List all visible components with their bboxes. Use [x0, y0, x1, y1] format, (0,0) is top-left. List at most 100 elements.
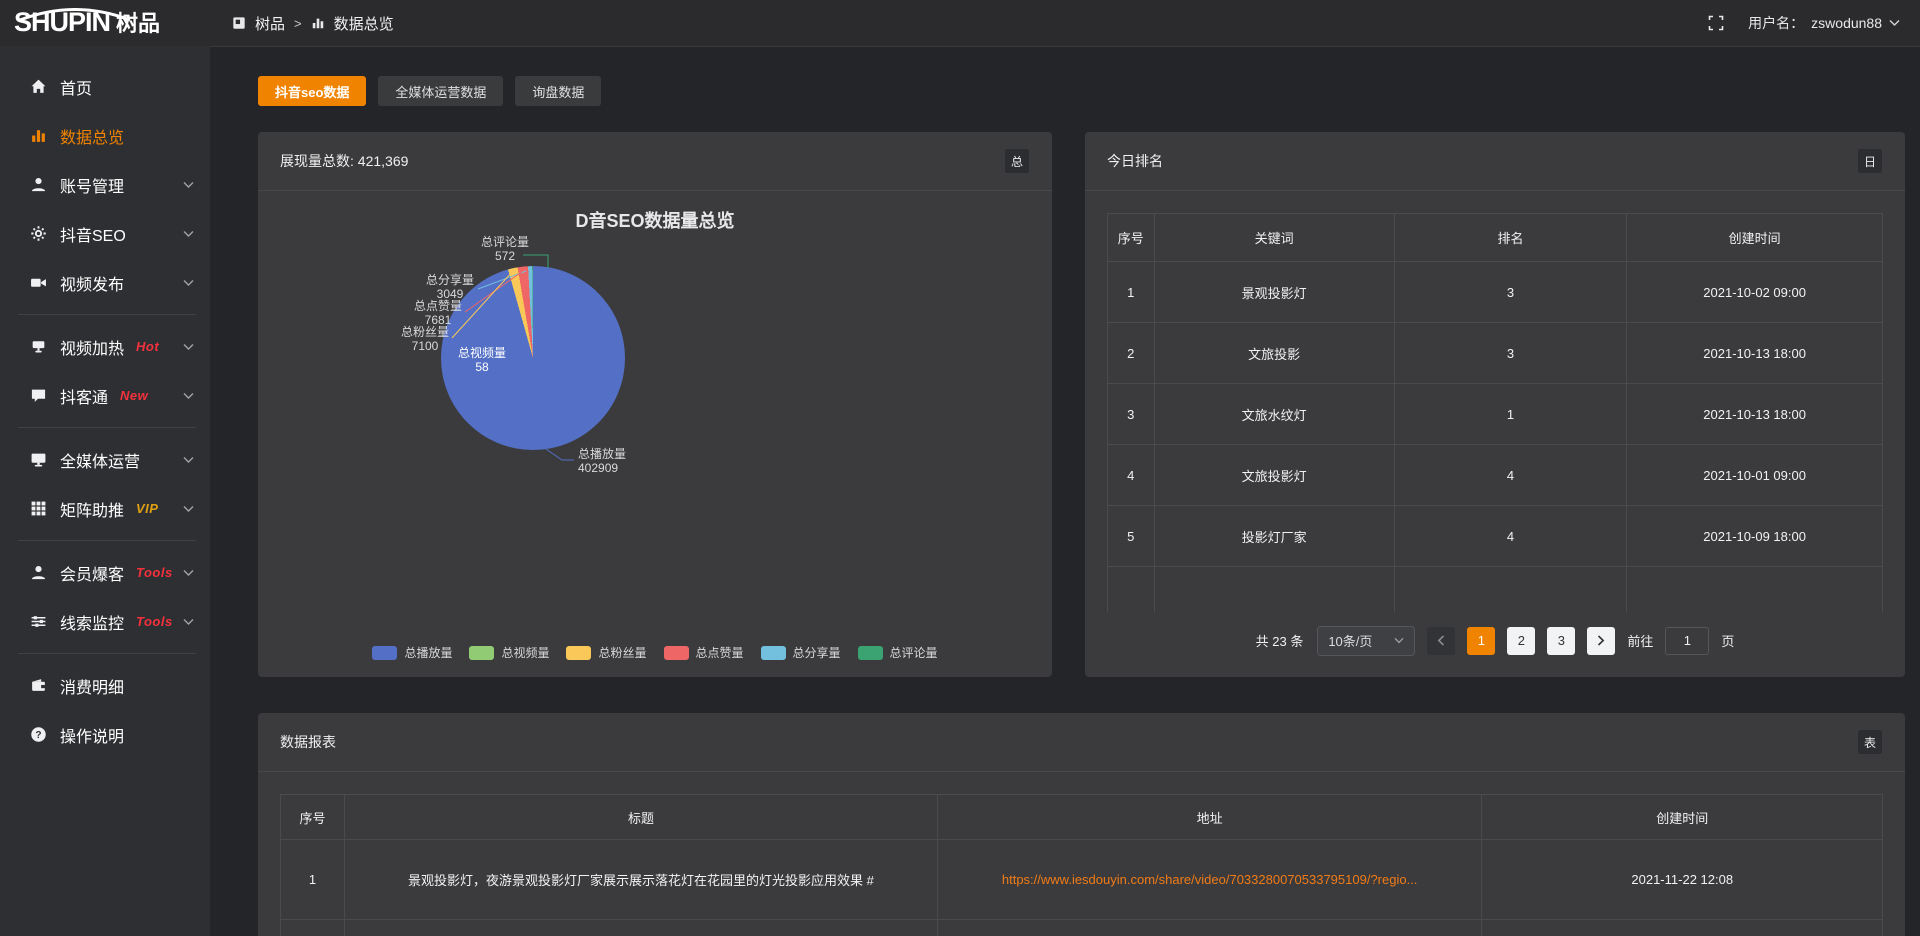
sidebar-item-matrix-boost[interactable]: 矩阵助推 VIP	[0, 484, 210, 533]
next-page-button[interactable]	[1587, 627, 1615, 655]
report-panel-title: 数据报表	[280, 732, 336, 752]
sidebar-item-label: 操作说明	[60, 723, 124, 747]
sidebar-item-label: 抖客通	[60, 384, 108, 408]
table-row-empty	[281, 920, 1883, 936]
sidebar-item-douyin-seo[interactable]: 抖音SEO	[0, 209, 210, 258]
sidebar: 首页 数据总览 账号管理 抖音SEO 视频发布 视频加热 Hot	[0, 46, 210, 936]
goto-page-input[interactable]	[1665, 627, 1709, 655]
table-row-empty	[1108, 567, 1883, 612]
sidebar-item-label: 矩阵助推	[60, 497, 124, 521]
question-circle-icon: ?	[30, 726, 47, 743]
chevron-down-icon	[183, 181, 194, 189]
pie-chart-area: D音SEO数据量总览 总评论量572 总分享量3049	[258, 191, 1052, 677]
table-view-badge[interactable]: 表	[1857, 729, 1883, 755]
page-button-2[interactable]: 2	[1507, 627, 1535, 655]
impressions-total-label: 展现量总数:	[280, 153, 354, 169]
monitor-icon	[30, 451, 47, 468]
page-button-1[interactable]: 1	[1467, 627, 1495, 655]
sidebar-item-data-overview[interactable]: 数据总览	[0, 111, 210, 160]
total-view-badge[interactable]: 总	[1004, 148, 1030, 174]
wallet-icon	[30, 677, 47, 694]
chevron-down-icon	[183, 343, 194, 351]
app-logo[interactable]: SHUPIN 树品	[0, 5, 210, 42]
sidebar-item-label: 首页	[60, 75, 92, 99]
sidebar-item-label: 视频加热	[60, 335, 124, 359]
impressions-total: 展现量总数: 421,369	[280, 151, 408, 171]
sidebar-item-label: 账号管理	[60, 173, 124, 197]
sidebar-item-instructions[interactable]: ? 操作说明	[0, 710, 210, 759]
pagination-total: 共 23 条	[1256, 631, 1304, 650]
data-tabs: 抖音seo数据 全媒体运营数据 询盘数据	[258, 76, 1905, 106]
created-time: 2021-11-22 12:08	[1482, 840, 1883, 920]
sidebar-item-doukertong[interactable]: 抖客通 New	[0, 371, 210, 420]
home-icon	[30, 78, 47, 95]
ranking-panel-title: 今日排名	[1107, 151, 1163, 171]
label-line-plays	[546, 449, 574, 460]
report-table: 序号 标题 地址 创建时间 1 景观投影灯，夜游景观投影灯厂家展示展示落花灯在花…	[280, 794, 1883, 936]
sidebar-item-home[interactable]: 首页	[0, 62, 210, 111]
table-row: 4文旅投影灯42021-10-01 09:00	[1108, 445, 1883, 506]
chevron-down-icon	[183, 505, 194, 513]
video-heat-icon	[30, 338, 47, 355]
gear-icon	[30, 225, 47, 242]
impressions-total-value: 421,369	[358, 153, 409, 169]
ranking-table: 序号 关键词 排名 创建时间 1景观投影灯32021-10-02 09:00	[1107, 213, 1883, 612]
tab-inquiry-data[interactable]: 询盘数据	[515, 76, 601, 106]
sidebar-item-video-heat[interactable]: 视频加热 Hot	[0, 322, 210, 371]
column-header: 标题	[345, 795, 938, 840]
sidebar-divider	[18, 427, 196, 428]
logo-arc	[16, 8, 134, 21]
legend-item-comments[interactable]: 总评论量	[858, 644, 938, 661]
pie-label-videos: 总视频量58	[432, 346, 532, 374]
sidebar-item-label: 全媒体运营	[60, 448, 140, 472]
page-size-select[interactable]: 10条/页	[1317, 626, 1415, 656]
column-header: 序号	[1108, 214, 1155, 262]
column-header: 序号	[281, 795, 345, 840]
table-header-row: 序号 关键词 排名 创建时间	[1108, 214, 1883, 262]
sidebar-divider	[18, 314, 196, 315]
sidebar-item-media-operation[interactable]: 全媒体运营	[0, 435, 210, 484]
breadcrumb: 树品 > 数据总览	[210, 13, 1708, 34]
column-header: 地址	[937, 795, 1482, 840]
legend-item-plays[interactable]: 总播放量	[372, 644, 452, 661]
new-badge: New	[120, 388, 148, 403]
sidebar-item-label: 线索监控	[60, 610, 124, 634]
tab-media-operation-data[interactable]: 全媒体运营数据	[378, 76, 503, 106]
legend-item-likes[interactable]: 总点赞量	[664, 644, 744, 661]
legend-item-shares[interactable]: 总分享量	[761, 644, 841, 661]
chevron-down-icon	[183, 569, 194, 577]
pie-label-shares: 总分享量3049	[400, 273, 500, 301]
bar-chart-icon	[30, 127, 47, 144]
column-header: 排名	[1394, 214, 1627, 262]
breadcrumb-chart-icon	[311, 16, 325, 30]
pie-label-plays: 总播放量402909	[578, 447, 698, 475]
sidebar-item-member-burst[interactable]: 会员爆客 Tools	[0, 548, 210, 597]
sidebar-item-clue-monitor[interactable]: 线索监控 Tools	[0, 597, 210, 646]
column-header: 创建时间	[1627, 214, 1883, 262]
legend-item-videos[interactable]: 总视频量	[469, 644, 549, 661]
sidebar-item-video-publish[interactable]: 视频发布	[0, 258, 210, 307]
chevron-down-icon	[183, 392, 194, 400]
fullscreen-icon[interactable]	[1708, 15, 1724, 31]
legend-item-fans[interactable]: 总粉丝量	[566, 644, 646, 661]
day-view-badge[interactable]: 日	[1857, 148, 1883, 174]
sidebar-item-accounts[interactable]: 账号管理	[0, 160, 210, 209]
user-menu[interactable]: 用户名：zswodun88	[1748, 13, 1900, 33]
sidebar-item-consumption-detail[interactable]: 消费明细	[0, 661, 210, 710]
goto-unit: 页	[1721, 631, 1734, 650]
video-title: 景观投影灯，夜游景观投影灯厂家展示展示落花灯在花园里的灯光投影应用效果 #	[345, 840, 938, 920]
breadcrumb-root[interactable]: 树品	[255, 13, 285, 34]
breadcrumb-root-icon	[232, 16, 246, 30]
user-icon	[30, 564, 47, 581]
video-url-link[interactable]: https://www.iesdouyin.com/share/video/70…	[952, 872, 1468, 887]
chevron-left-icon	[1437, 635, 1445, 646]
chevron-down-icon	[183, 230, 194, 238]
table-header-row: 序号 标题 地址 创建时间	[281, 795, 1883, 840]
page-button-3[interactable]: 3	[1547, 627, 1575, 655]
video-camera-icon	[30, 274, 47, 291]
chevron-down-icon	[183, 279, 194, 287]
sidebar-divider	[18, 540, 196, 541]
sidebar-item-label: 会员爆客	[60, 561, 124, 585]
tab-douyin-seo-data[interactable]: 抖音seo数据	[258, 76, 366, 106]
prev-page-button[interactable]	[1427, 627, 1455, 655]
